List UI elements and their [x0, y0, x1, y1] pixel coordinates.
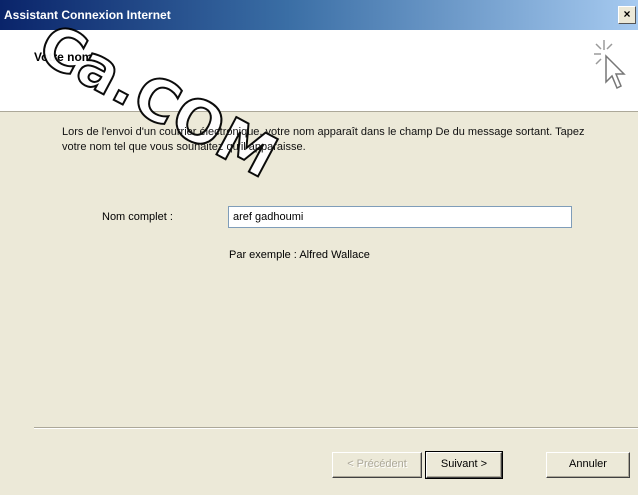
wizard-header: Votre nom — [0, 30, 638, 112]
cancel-button[interactable]: Annuler — [546, 452, 630, 478]
wizard-cursor-icon — [594, 40, 626, 90]
full-name-input[interactable] — [228, 206, 572, 228]
next-button[interactable]: Suivant > — [425, 451, 503, 479]
page-title: Votre nom — [34, 50, 93, 64]
example-text: Par exemple : Alfred Wallace — [229, 249, 370, 261]
footer-divider — [34, 427, 638, 429]
window-title: Assistant Connexion Internet — [4, 8, 171, 22]
full-name-label: Nom complet : — [102, 211, 173, 223]
wizard-content: Lors de l'envoi d'un courrier électroniq… — [0, 113, 638, 425]
description-text: Lors de l'envoi d'un courrier électroniq… — [62, 126, 585, 153]
back-button[interactable]: < Précédent — [332, 452, 422, 478]
title-bar[interactable]: Assistant Connexion Internet × — [0, 0, 638, 30]
close-button[interactable]: × — [618, 6, 636, 24]
wizard-window: Assistant Connexion Internet × Votre nom… — [0, 0, 638, 495]
